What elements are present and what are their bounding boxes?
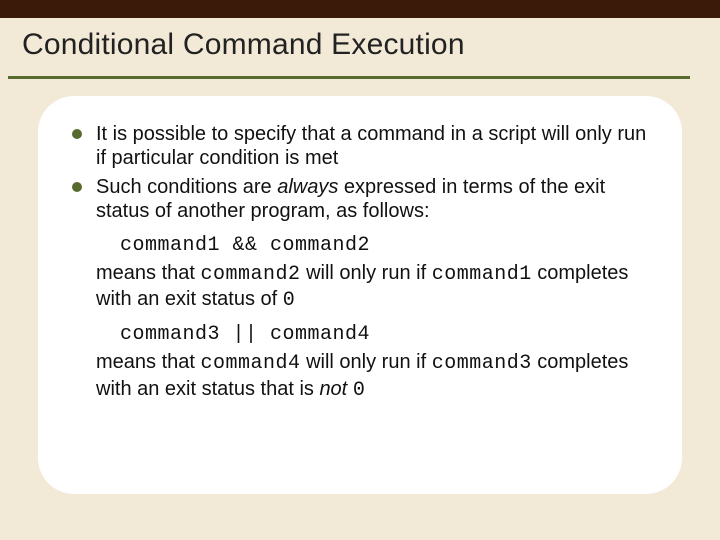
code-inline: command2 bbox=[201, 263, 301, 286]
code-example-1: command1 && command2 bbox=[68, 234, 652, 257]
slide-title: Conditional Command Execution bbox=[0, 18, 720, 76]
code-example-2: command3 || command4 bbox=[68, 323, 652, 346]
divider-wrap bbox=[0, 76, 720, 79]
text: will only run if bbox=[301, 351, 432, 373]
bullet-text-pre: Such conditions are bbox=[96, 176, 277, 198]
bullet-text: It is possible to specify that a command… bbox=[96, 123, 646, 169]
text-emph: not bbox=[319, 378, 347, 400]
divider-line bbox=[8, 76, 690, 79]
list-item: Such conditions are always expressed in … bbox=[68, 175, 652, 224]
text: means that bbox=[96, 262, 201, 284]
text: means that bbox=[96, 351, 201, 373]
list-item: It is possible to specify that a command… bbox=[68, 122, 652, 171]
top-accent-bar bbox=[0, 0, 720, 18]
code-inline: command3 bbox=[432, 352, 532, 375]
bullet-text-emph: always bbox=[277, 176, 338, 198]
code-inline: 0 bbox=[353, 379, 366, 402]
explanation-2: means that command4 will only run if com… bbox=[68, 350, 652, 403]
text: will only run if bbox=[301, 262, 432, 284]
bullet-list: It is possible to specify that a command… bbox=[68, 122, 652, 224]
content-panel: It is possible to specify that a command… bbox=[38, 96, 682, 494]
code-inline: command4 bbox=[201, 352, 301, 375]
code-inline: 0 bbox=[283, 289, 296, 312]
explanation-1: means that command2 will only run if com… bbox=[68, 261, 652, 314]
code-inline: command1 bbox=[432, 263, 532, 286]
